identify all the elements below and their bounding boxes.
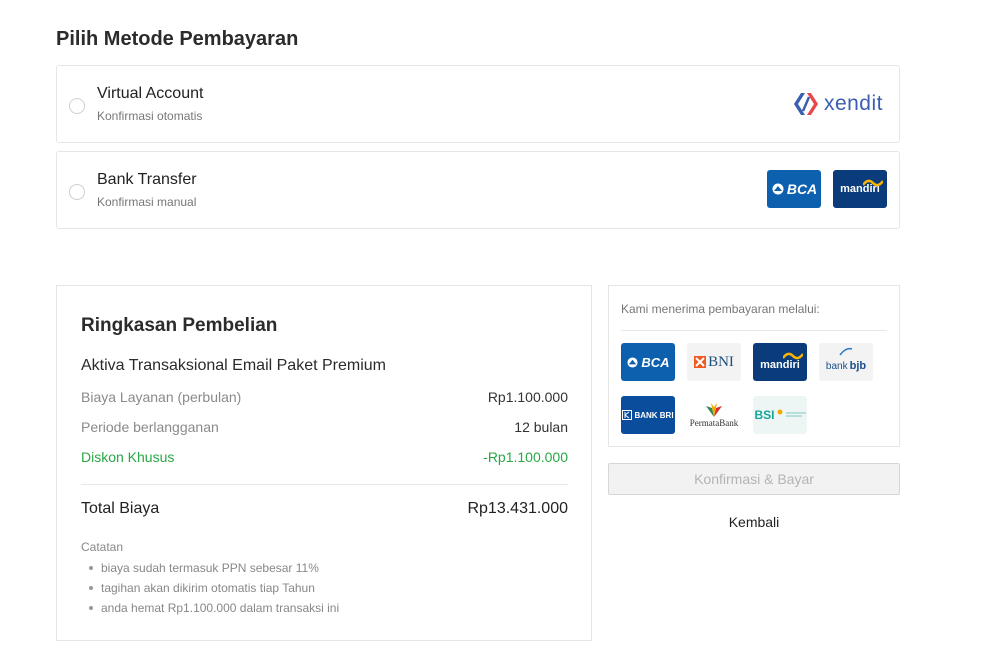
summary-title: Ringkasan Pembelian — [81, 315, 278, 336]
note-item: tagihan akan dikirim otomatis tiap Tahun — [81, 578, 339, 598]
mandiri-wave-icon — [863, 179, 883, 187]
note-item: biaya sudah termasuk PPN sebesar 11% — [81, 558, 339, 578]
divider — [621, 330, 887, 331]
virtual-account-radio[interactable] — [69, 98, 85, 114]
row-value: Rp1.100.000 — [487, 389, 568, 405]
row-label: Diskon Khusus — [81, 449, 175, 465]
summary-row-service-fee: Biaya Layanan (perbulan) Rp1.100.000 — [81, 389, 568, 405]
bri-logo: BANK BRI — [621, 396, 675, 434]
mandiri-logo: mandiri — [753, 343, 807, 381]
method-subtitle: Konfirmasi manual — [97, 195, 197, 209]
bri-logo-text: BANK BRI — [634, 410, 674, 420]
bri-emblem-icon — [622, 410, 633, 420]
bsi-logo-text: BSI — [754, 408, 775, 422]
bjb-logo: bank bjb — [819, 343, 873, 381]
xendit-logo: xendit — [793, 90, 883, 118]
method-title: Bank Transfer — [97, 171, 197, 188]
permata-logo-text: PermataBank — [689, 418, 739, 428]
divider — [81, 484, 568, 485]
total-row: Total Biaya Rp13.431.000 — [81, 500, 568, 518]
mandiri-logo: mandiri — [833, 170, 887, 208]
bca-emblem-icon — [772, 183, 784, 195]
total-label: Total Biaya — [81, 500, 160, 517]
permata-logo: PermataBank — [687, 396, 741, 434]
bca-logo-text: BCA — [641, 354, 670, 370]
bca-logo: BCA — [621, 343, 675, 381]
mandiri-wave-icon — [783, 352, 803, 360]
method-subtitle: Konfirmasi otomatis — [97, 109, 203, 123]
summary-row-discount: Diskon Khusus -Rp1.100.000 — [81, 449, 568, 465]
xendit-mark-icon — [793, 93, 818, 115]
bni-logo: BNI — [687, 343, 741, 381]
accepted-payments-card: Kami menerima pembayaran melalui: BCA BN… — [608, 285, 900, 447]
bank-transfer-radio[interactable] — [69, 184, 85, 200]
bjb-swoosh-icon — [839, 347, 853, 356]
row-value: 12 bulan — [514, 419, 568, 435]
accepted-payments-title: Kami menerima pembayaran melalui: — [621, 302, 820, 316]
bsi-logo: BSI — [753, 396, 807, 434]
back-link[interactable]: Kembali — [608, 514, 900, 530]
product-name: Aktiva Transaksional Email Paket Premium — [81, 357, 386, 374]
row-value: -Rp1.100.000 — [483, 449, 568, 465]
notes-list: biaya sudah termasuk PPN sebesar 11% tag… — [81, 558, 339, 618]
purchase-summary-card: Ringkasan Pembelian Aktiva Transaksional… — [56, 285, 592, 641]
confirm-pay-button[interactable]: Konfirmasi & Bayar — [608, 463, 900, 495]
note-item: anda hemat Rp1.100.000 dalam transaksi i… — [81, 598, 339, 618]
page-title: Pilih Metode Pembayaran — [56, 28, 299, 50]
bjb-logo-suffix: bjb — [849, 360, 867, 372]
xendit-logo-text: xendit — [823, 92, 883, 115]
bca-logo-text: BCA — [786, 181, 818, 197]
payment-method-bank-transfer[interactable]: Bank Transfer Konfirmasi manual BCA mand… — [56, 151, 900, 229]
row-label: Periode berlangganan — [81, 419, 219, 435]
bni-emblem-icon — [694, 356, 707, 368]
method-title: Virtual Account — [97, 85, 204, 102]
bca-emblem-icon — [627, 356, 638, 368]
payment-method-virtual-account[interactable]: Virtual Account Konfirmasi otomatis xend… — [56, 65, 900, 143]
bjb-logo-prefix: bank — [825, 360, 848, 372]
bsi-star-icon — [777, 409, 782, 415]
bca-logo: BCA — [767, 170, 821, 208]
permata-emblem-icon — [706, 403, 722, 417]
bsi-tagline-lines-icon — [785, 412, 806, 417]
bni-logo-text: BNI — [708, 353, 734, 370]
row-label: Biaya Layanan (perbulan) — [81, 389, 242, 405]
total-value: Rp13.431.000 — [467, 500, 568, 517]
notes-title: Catatan — [81, 540, 124, 554]
summary-row-period: Periode berlangganan 12 bulan — [81, 419, 568, 435]
